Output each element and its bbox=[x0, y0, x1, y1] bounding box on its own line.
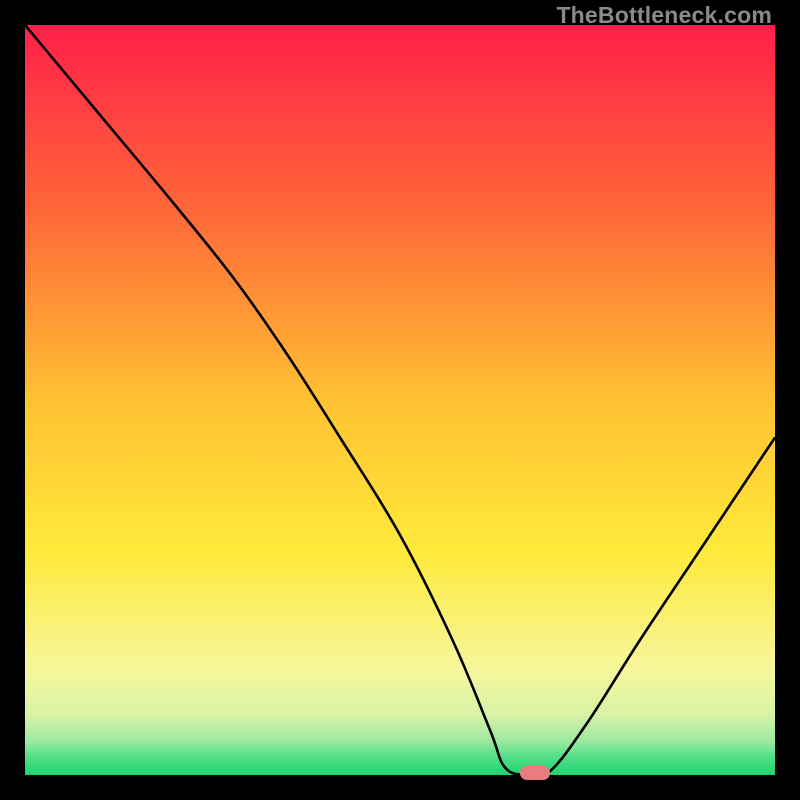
bottleneck-curve bbox=[25, 25, 775, 775]
chart-frame: TheBottleneck.com bbox=[0, 0, 800, 800]
plot-area bbox=[25, 25, 775, 775]
optimum-marker bbox=[520, 766, 550, 780]
watermark-text: TheBottleneck.com bbox=[556, 2, 772, 29]
